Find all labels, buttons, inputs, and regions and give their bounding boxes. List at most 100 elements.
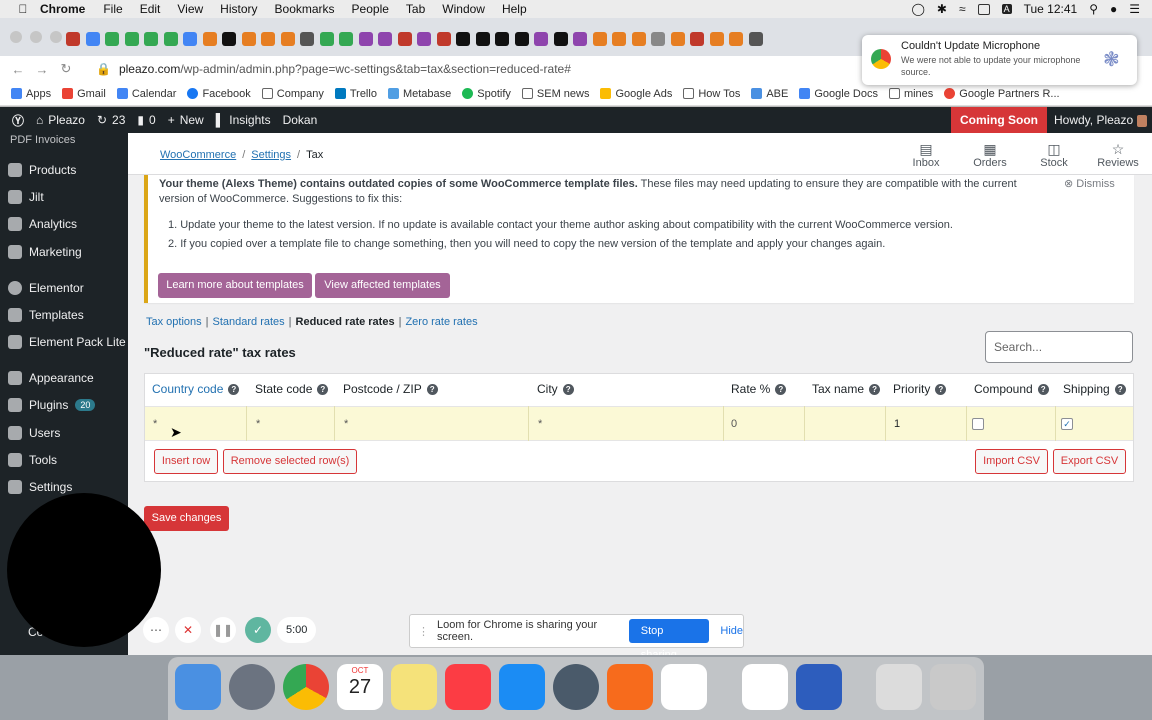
tab-favicon[interactable] (66, 32, 80, 46)
menu-file[interactable]: File (103, 2, 122, 16)
table-row[interactable] (145, 406, 1133, 441)
menu-view[interactable]: View (177, 2, 203, 16)
breadcrumb-woocommerce[interactable]: WooCommerce (160, 149, 236, 161)
pause-icon[interactable]: ❚❚ (210, 617, 236, 643)
help-icon[interactable]: ? (317, 383, 329, 395)
sidebar-item-appearance[interactable]: Appearance (8, 371, 94, 385)
cell-city[interactable]: * (538, 418, 542, 430)
music-icon[interactable] (445, 664, 491, 710)
bookmark-company[interactable]: Company (261, 88, 324, 100)
tab-favicon[interactable] (651, 32, 665, 46)
tab-favicon[interactable] (280, 32, 295, 46)
wifi-icon[interactable]: ≈ (959, 2, 966, 16)
help-icon[interactable]: ? (228, 383, 240, 395)
tab-favicon[interactable] (553, 32, 568, 46)
col-rate[interactable]: Rate %? (731, 382, 787, 396)
view-templates-button[interactable]: View affected templates (315, 273, 450, 298)
tab-favicon[interactable] (436, 32, 451, 46)
new-content-link[interactable]: + New (168, 113, 204, 127)
tab-favicon[interactable] (631, 32, 646, 46)
chrome-dock-icon[interactable] (283, 664, 329, 710)
site-name-link[interactable]: ⌂ Pleazo (36, 113, 85, 127)
help-icon[interactable]: ? (935, 383, 947, 395)
battery-icon[interactable] (977, 3, 990, 15)
help-icon[interactable]: ? (1037, 383, 1049, 395)
notice-dismiss[interactable]: ⊗ Dismiss (1064, 177, 1115, 190)
bookmark-mines[interactable]: mines (888, 88, 933, 100)
slack-icon[interactable] (742, 664, 788, 710)
sidebar-item-jilt[interactable]: Jilt (8, 190, 44, 204)
learn-templates-button[interactable]: Learn more about templates (158, 273, 312, 298)
tab-favicon[interactable] (573, 32, 587, 46)
help-icon[interactable]: ? (426, 383, 438, 395)
menu-bookmarks[interactable]: Bookmarks (275, 2, 335, 16)
tab-favicon[interactable] (456, 32, 470, 46)
sidebar-item-settings[interactable]: Settings (8, 480, 72, 494)
howdy-user-link[interactable]: Howdy, Pleazo (1054, 107, 1147, 133)
help-icon[interactable]: ? (775, 383, 787, 395)
tab-favicon[interactable] (729, 32, 743, 46)
bookmark-google-partners[interactable]: Google Partners R... (944, 88, 1060, 100)
reload-icon[interactable]: ↻ (54, 61, 78, 77)
menu-tab[interactable]: Tab (406, 2, 425, 16)
more-options-icon[interactable]: ⋯ (143, 617, 169, 643)
cell-priority[interactable]: 1 (894, 418, 900, 430)
menu-edit[interactable]: Edit (140, 2, 161, 16)
header-reviews[interactable]: ☆ Reviews (1093, 141, 1143, 169)
google-ads-dock-icon[interactable] (661, 664, 707, 710)
col-priority[interactable]: Priority? (893, 382, 947, 396)
tab-favicon[interactable] (124, 32, 139, 46)
tab-favicon[interactable] (241, 32, 256, 46)
tab-favicon[interactable] (670, 32, 685, 46)
notification-center-icon[interactable]: ☰ (1129, 2, 1140, 16)
back-icon[interactable]: ← (6, 62, 30, 77)
sidebar-item-templates[interactable]: Templates (8, 308, 84, 322)
tab-favicon[interactable] (612, 32, 626, 46)
apple-icon[interactable]:  (16, 2, 30, 16)
input-source-icon[interactable]: A (1001, 4, 1012, 14)
menu-help[interactable]: Help (502, 2, 527, 16)
microphone-notification[interactable]: Couldn't Update Microphone We were not a… (862, 35, 1137, 85)
tab-favicon[interactable] (261, 32, 275, 46)
col-country-code[interactable]: Country code? (152, 382, 240, 396)
window-close-button[interactable] (10, 31, 22, 43)
trash-icon[interactable] (930, 664, 976, 710)
forward-icon[interactable]: → (30, 62, 54, 77)
notes-icon[interactable] (391, 664, 437, 710)
compound-checkbox[interactable] (972, 418, 984, 430)
insights-link[interactable]: ▌ Insights (216, 113, 271, 127)
sidebar-item-analytics[interactable]: Analytics (8, 217, 77, 231)
bluetooth-icon[interactable]: ✱ (937, 2, 947, 16)
cell-rate[interactable]: 0 (731, 418, 737, 430)
bookmark-how-tos[interactable]: How Tos (683, 88, 740, 100)
tab-favicon[interactable] (397, 32, 412, 46)
search-input[interactable] (985, 331, 1133, 363)
tab-favicon[interactable] (183, 32, 197, 46)
insert-row-button[interactable]: Insert row (154, 449, 218, 474)
tab-favicon[interactable] (417, 32, 431, 46)
window-zoom-button[interactable] (50, 31, 62, 43)
col-postcode[interactable]: Postcode / ZIP? (343, 382, 438, 396)
comments-link[interactable]: ▮ 0 (137, 113, 155, 127)
col-city[interactable]: City? (537, 382, 574, 396)
tab-favicon[interactable] (319, 32, 334, 46)
bookmark-google-ads[interactable]: Google Ads (600, 88, 672, 100)
dokan-link[interactable]: Dokan (283, 113, 318, 127)
webcam-bubble[interactable] (7, 493, 161, 647)
subnav-tax-options[interactable]: Tax options (146, 316, 202, 328)
bookmark-gmail[interactable]: Gmail (62, 88, 106, 100)
subnav-standard-rates[interactable]: Standard rates (213, 316, 285, 328)
bookmark-abe[interactable]: ABE (751, 88, 788, 100)
bookmark-facebook[interactable]: Facebook (187, 88, 251, 100)
tab-favicon[interactable] (202, 32, 217, 46)
help-icon[interactable]: ? (562, 383, 574, 395)
tab-favicon[interactable] (592, 32, 607, 46)
shield-icon[interactable]: ◯ (911, 2, 924, 16)
coming-soon-badge[interactable]: Coming Soon On (951, 107, 1047, 153)
sidebar-item-products[interactable]: Products (8, 163, 76, 177)
bookmark-calendar[interactable]: Calendar (116, 88, 176, 100)
hide-button[interactable]: Hide (720, 625, 743, 637)
sidebar-item-pdf-invoices[interactable]: PDF Invoices (10, 134, 75, 146)
tab-favicon[interactable] (163, 32, 178, 46)
tab-favicon[interactable] (222, 32, 236, 46)
